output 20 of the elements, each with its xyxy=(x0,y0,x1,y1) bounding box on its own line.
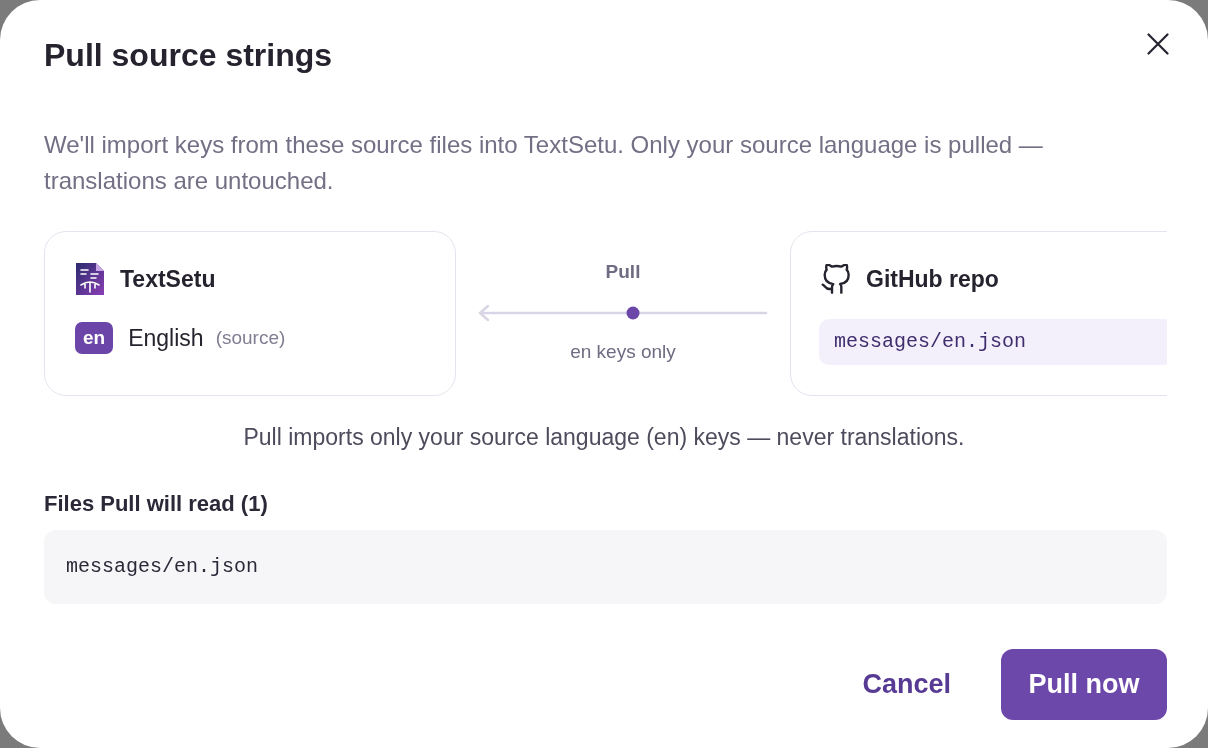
language-name: English xyxy=(128,323,204,353)
pull-now-button[interactable]: Pull now xyxy=(1001,649,1167,720)
dialog-title: Pull source strings xyxy=(44,36,333,74)
connector-caption: en keys only xyxy=(570,340,676,364)
document-icon xyxy=(76,263,104,295)
github-logo-icon xyxy=(821,264,851,294)
source-name: TextSetu xyxy=(120,264,216,294)
target-name: GitHub repo xyxy=(866,264,999,294)
files-heading: Files Pull will read (1) xyxy=(44,490,269,518)
connector-label: Pull xyxy=(605,260,641,284)
cancel-button[interactable]: Cancel xyxy=(862,664,951,705)
description-text: We'll import keys from these source files into TextSetu. Only your source language is pulled — translations are untouched. xyxy=(44,130,1044,196)
language-badge: en xyxy=(75,322,114,354)
file-path: messages/en.json xyxy=(834,329,1027,355)
file-path: messages/en.json xyxy=(66,554,260,580)
dot-icon xyxy=(626,306,640,320)
language-role: (source) xyxy=(215,325,286,350)
close-button[interactable] xyxy=(1146,32,1170,56)
close-icon xyxy=(1147,33,1169,55)
note-text: Pull imports only your source language (en) keys — never translations. xyxy=(242,423,966,452)
